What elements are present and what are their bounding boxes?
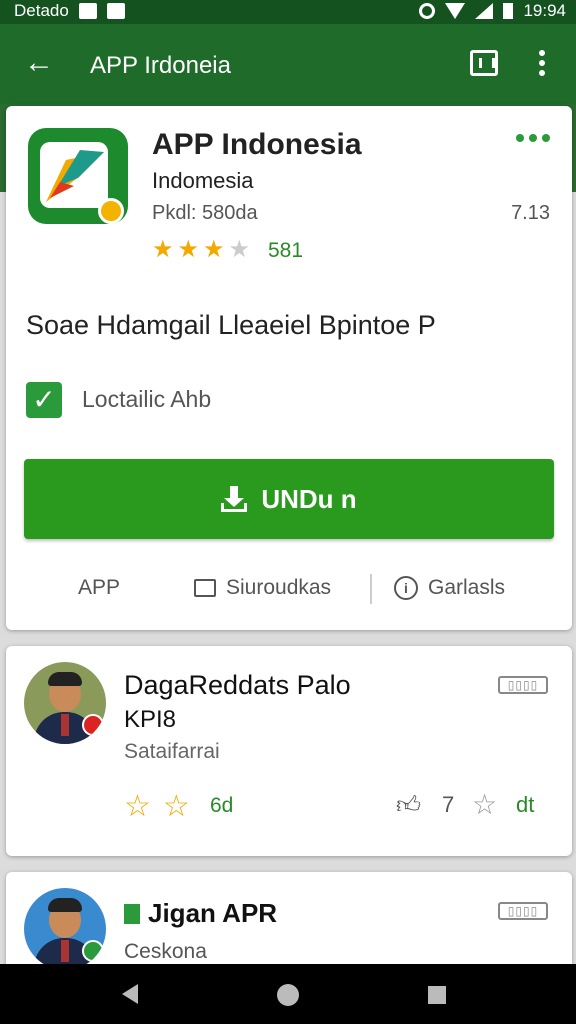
page-title: APP Irdoneia (90, 52, 231, 79)
clock: 19:94 (523, 1, 566, 20)
comment-icon (194, 579, 216, 597)
star-icon: ★ (177, 236, 200, 263)
reviewer-subtitle: Sataifarrai (124, 740, 220, 763)
avatar (24, 662, 106, 744)
checkbox-label: Loctailic Ahb (82, 386, 212, 412)
download-icon (221, 486, 248, 512)
tab-details[interactable]: i Garlasls (394, 576, 505, 600)
review-number: dt (516, 792, 535, 817)
app-bar: ← APP Irdoneia (0, 24, 576, 104)
tab-reviews-label: Siuroudkas (226, 576, 332, 599)
rating-count: 581 (268, 239, 304, 262)
review-star-count: 6d (210, 794, 234, 817)
recents-nav-icon[interactable] (428, 986, 446, 1004)
info-icon: i (394, 576, 418, 600)
app-meta: Pkdl: 580da (152, 202, 258, 224)
flag-icon (124, 904, 140, 924)
review-card[interactable]: DagaReddats Palo KPI8 Sataifarrai ▯▯▯▯ ☆… (6, 646, 572, 856)
battery-icon (503, 3, 514, 19)
carrier-label: Detado (14, 1, 69, 20)
install-label: UNDu n (261, 483, 357, 514)
app-title: APP Indonesia (152, 128, 362, 161)
reviewer-subtitle: Ceskona (124, 940, 207, 963)
badge-icon (82, 714, 104, 736)
checkbox[interactable]: ✓ (26, 382, 62, 418)
star-empty-icon: ★ (228, 236, 251, 263)
reviewer-name: DagaReddats Palo (124, 670, 351, 700)
app-count: 7.13 (511, 202, 550, 224)
more-vert-icon[interactable] (539, 50, 547, 80)
nav-bar (0, 964, 576, 1024)
app-logo-badge (98, 198, 124, 224)
tab-details-label: Garlasls (428, 576, 506, 599)
install-button[interactable]: UNDu n (24, 459, 554, 539)
notification-icon (78, 3, 97, 19)
thumbs-up-icon[interactable]: 👍︎ (396, 792, 421, 820)
review-card[interactable]: Jigan APR Ceskona ▯▯▯▯ (6, 872, 572, 972)
app-developer[interactable]: Indomesia (152, 168, 254, 194)
back-arrow-icon[interactable]: ← (24, 48, 54, 78)
overflow-dots-icon[interactable] (516, 134, 550, 142)
star-outline-icon: ☆ (162, 790, 190, 823)
app-description: Soae Hdamgail Lleaeiel Bpintoe P (26, 310, 436, 340)
review-tag: ▯▯▯▯ (498, 676, 548, 694)
signal-icon (475, 3, 494, 19)
tab-divider (370, 574, 372, 604)
tab-reviews[interactable]: Siuroudkas (194, 576, 331, 600)
tab-app[interactable]: APP (78, 576, 120, 600)
app-rating-stars: ★ ★ ★ ★ (152, 238, 250, 262)
app-card: APP Indonesia Indomesia Pkdl: 580da 7.13… (6, 106, 572, 630)
review-tag: ▯▯▯▯ (498, 902, 548, 920)
reviewer-name: Jigan APR (124, 898, 277, 929)
review-stars: ☆ ☆ (124, 792, 190, 822)
star-outline-icon: ☆ (124, 790, 151, 823)
back-nav-icon[interactable] (122, 984, 138, 1004)
like-count: 7 (442, 792, 455, 817)
badge-icon (82, 940, 104, 962)
alarm-icon (419, 3, 436, 19)
home-nav-icon[interactable] (277, 984, 299, 1006)
layout-icon[interactable] (470, 50, 498, 76)
avatar (24, 888, 106, 970)
star-icon: ★ (203, 236, 225, 263)
star-outline-icon[interactable]: ☆ (472, 788, 497, 821)
reviewer-name-line2: KPI8 (124, 706, 177, 733)
status-bar: Detado 19:94 (0, 0, 576, 24)
reviewer-name-text: Jigan APR (148, 898, 278, 928)
image-icon (106, 3, 125, 19)
bottom-tabs: APP Siuroudkas i Garlasls (6, 572, 572, 606)
star-icon: ★ (152, 236, 174, 263)
wifi-icon (445, 3, 466, 19)
